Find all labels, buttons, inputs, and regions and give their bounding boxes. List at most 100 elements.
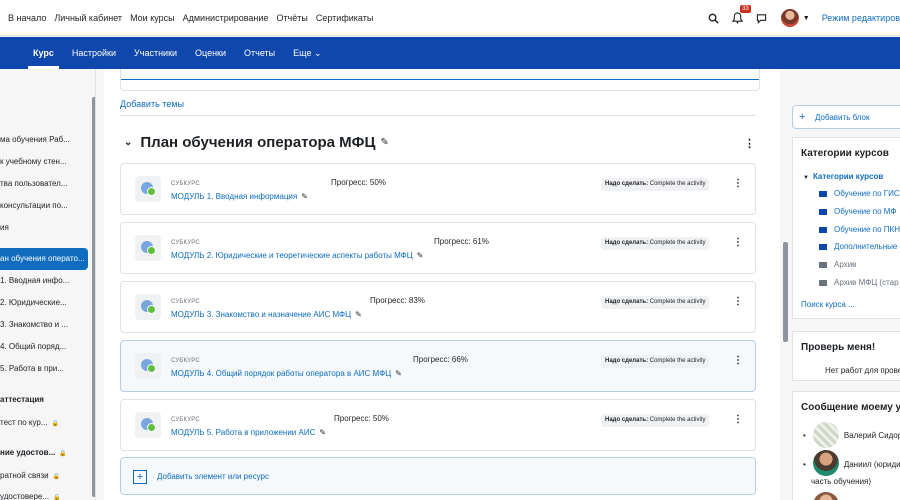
tab-participants[interactable]: Участники bbox=[125, 37, 186, 69]
section-title: План обучения оператора МФЦ bbox=[140, 134, 376, 151]
category-item[interactable]: Дополнительные bbox=[819, 242, 897, 251]
activity-type: СУБКУРС bbox=[171, 181, 200, 187]
course-index-item[interactable]: консультации по... bbox=[0, 199, 88, 213]
user-avatar[interactable] bbox=[780, 9, 799, 27]
activity-card: СУБКУРС МОДУЛЬ 2. Юридические и теоретич… bbox=[120, 222, 756, 274]
tab-reports[interactable]: Отчеты bbox=[235, 37, 284, 69]
nav-administration[interactable]: Администрирование bbox=[183, 13, 269, 23]
activity-link[interactable]: МОДУЛЬ 1. Вводная информация ✎ bbox=[171, 192, 308, 201]
bell-icon[interactable]: 33 bbox=[731, 5, 751, 25]
course-index-scrollbar[interactable] bbox=[92, 97, 95, 497]
todo-badge: Надо сделать: Complete the activity bbox=[601, 414, 710, 427]
pencil-icon[interactable]: ✎ bbox=[417, 251, 424, 260]
progress-text: Прогресс: 61% bbox=[434, 237, 489, 246]
activity-menu-icon[interactable]: ⋮ bbox=[733, 355, 743, 366]
course-index-item[interactable]: 1. Вводная инфо... bbox=[0, 274, 88, 288]
message-recipient-subtext: часть обучения) bbox=[811, 477, 872, 486]
message-recipient[interactable]: • Даниил (юриди bbox=[803, 460, 900, 469]
tab-settings[interactable]: Настройки bbox=[63, 37, 125, 69]
category-root[interactable]: ▼ Категории курсов bbox=[803, 172, 883, 181]
nav-dashboard[interactable]: Личный кабинет bbox=[54, 13, 122, 23]
category-item[interactable]: Обучение по ПКН bbox=[819, 225, 900, 234]
course-index-item[interactable]: ия bbox=[0, 221, 88, 235]
course-index-section[interactable]: ние удостов... 🔒 bbox=[0, 446, 88, 460]
add-themes-link[interactable]: Добавить темы bbox=[120, 99, 184, 109]
activity-link[interactable]: МОДУЛЬ 2. Юридические и теоретические ас… bbox=[171, 251, 423, 260]
scrollbar-thumb[interactable] bbox=[783, 242, 788, 342]
block-title: Сообщение моему у bbox=[801, 402, 900, 413]
folder-icon bbox=[819, 226, 827, 233]
pencil-icon[interactable]: ✎ bbox=[380, 137, 388, 148]
category-item[interactable]: Обучение по МФ bbox=[819, 207, 896, 216]
plus-icon: + bbox=[133, 470, 147, 484]
activity-menu-icon[interactable]: ⋮ bbox=[733, 178, 743, 189]
subcourse-icon bbox=[135, 294, 161, 320]
course-index-item[interactable]: удостовере... 🔒 bbox=[0, 490, 88, 500]
user-area: 33 ▼ Режим редактиров bbox=[697, 0, 900, 36]
tab-more[interactable]: Еще ⌄ bbox=[284, 37, 330, 69]
course-index-item-active[interactable]: ан обучения операто... bbox=[0, 248, 88, 270]
tab-grades[interactable]: Оценки bbox=[186, 37, 235, 69]
pencil-icon[interactable]: ✎ bbox=[301, 192, 308, 201]
course-index-item[interactable]: ма обучения Раб... bbox=[0, 133, 88, 147]
nav-home[interactable]: В начало bbox=[8, 13, 46, 23]
nav-reports[interactable]: Отчёты bbox=[276, 13, 307, 23]
course-index-item[interactable]: 2. Юридические... bbox=[0, 296, 88, 310]
pencil-icon[interactable]: ✎ bbox=[319, 428, 326, 437]
activity-card: СУБКУРС МОДУЛЬ 1. Вводная информация ✎ Пр… bbox=[120, 163, 756, 215]
edit-mode-toggle[interactable]: Режим редактиров bbox=[822, 13, 900, 23]
course-index-item[interactable]: ратной связи 🔒 bbox=[0, 469, 88, 483]
subcourse-icon bbox=[135, 353, 161, 379]
add-block-label: Добавить блок bbox=[815, 113, 870, 122]
plus-icon: + bbox=[799, 111, 806, 123]
activity-menu-icon[interactable]: ⋮ bbox=[733, 237, 743, 248]
section-divider-line bbox=[121, 79, 759, 80]
pencil-icon[interactable]: ✎ bbox=[355, 310, 362, 319]
category-item[interactable]: Архив bbox=[819, 260, 856, 269]
category-item[interactable]: Обучение по ГИС bbox=[819, 189, 900, 198]
course-index-section[interactable]: аттестация bbox=[0, 393, 88, 407]
search-icon[interactable] bbox=[707, 11, 721, 25]
notification-badge: 33 bbox=[740, 5, 751, 13]
block-title: Категории курсов bbox=[801, 148, 889, 159]
activity-link[interactable]: МОДУЛЬ 3. Знакомство и назначение АИС МФ… bbox=[171, 310, 362, 319]
activity-link[interactable]: МОДУЛЬ 5. Работа в приложении АИС ✎ bbox=[171, 428, 326, 437]
scrollbar-thumb[interactable] bbox=[92, 97, 95, 497]
activity-menu-icon[interactable]: ⋮ bbox=[733, 414, 743, 425]
activity-menu-icon[interactable]: ⋮ bbox=[733, 296, 743, 307]
course-index-item[interactable]: 5. Работа в при... bbox=[0, 362, 88, 376]
section-menu-icon[interactable]: ⋮ bbox=[744, 137, 755, 150]
course-index-item[interactable]: 4. Общий поряд... bbox=[0, 340, 88, 354]
caret-down-icon[interactable]: ▼ bbox=[803, 175, 809, 181]
block-title: Проверь меня! bbox=[801, 342, 876, 353]
add-activity-button[interactable]: + Добавить элемент или ресурс bbox=[120, 457, 756, 495]
course-index-item[interactable]: к учебному стен... bbox=[0, 155, 88, 169]
nav-my-courses[interactable]: Мои курсы bbox=[130, 13, 175, 23]
activity-type: СУБКУРС bbox=[171, 299, 200, 305]
tab-course[interactable]: Курс bbox=[24, 37, 63, 69]
nav-certificates[interactable]: Сертификаты bbox=[316, 13, 373, 23]
folder-icon bbox=[819, 261, 827, 268]
chevron-down-icon[interactable]: ⌄ bbox=[124, 137, 132, 148]
course-index-item[interactable]: 3. Знакомство и ... bbox=[0, 318, 88, 332]
pencil-icon[interactable]: ✎ bbox=[395, 369, 402, 378]
category-item[interactable]: Архив МФЦ (стар bbox=[819, 278, 899, 287]
chat-icon[interactable] bbox=[755, 11, 769, 25]
activity-type: СУБКУРС bbox=[171, 358, 200, 364]
folder-icon bbox=[819, 208, 827, 215]
activity-link[interactable]: МОДУЛЬ 4. Общий порядок работы оператора… bbox=[171, 369, 402, 378]
lock-icon: 🔒 bbox=[51, 421, 60, 427]
course-index-item[interactable]: тва пользовател... bbox=[0, 177, 88, 191]
course-index-item[interactable]: тест по кур... 🔒 bbox=[0, 416, 88, 430]
chevron-down-icon[interactable]: ▼ bbox=[803, 15, 810, 22]
chevron-down-icon: ⌄ bbox=[313, 47, 322, 58]
add-activity-label: Добавить элемент или ресурс bbox=[157, 472, 269, 481]
messages-block: Сообщение моему у • Валерий Сидор • Даниил… bbox=[792, 391, 900, 500]
no-works-text: Нет работ для прове bbox=[825, 366, 900, 375]
todo-badge: Надо сделать: Complete the activity bbox=[601, 237, 710, 250]
avatar bbox=[813, 492, 839, 500]
search-courses-link[interactable]: Поиск курса ... bbox=[801, 300, 855, 309]
add-block-button[interactable]: + Добавить блок bbox=[792, 105, 900, 129]
main-scrollbar[interactable] bbox=[783, 70, 788, 498]
message-recipient[interactable]: • Валерий Сидор bbox=[803, 431, 900, 440]
